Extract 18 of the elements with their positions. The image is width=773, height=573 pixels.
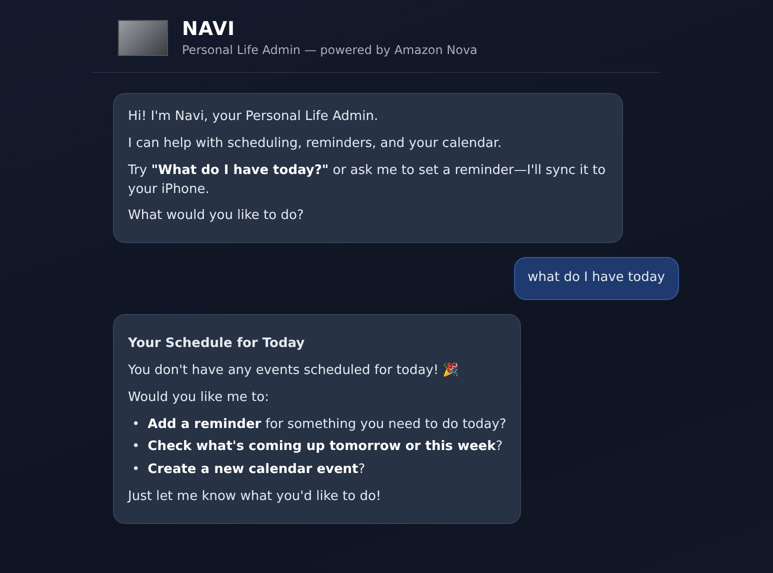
bullet: •	[132, 461, 140, 480]
list-item-text: Add a reminder for something you need to do today?	[148, 416, 506, 434]
message-text: Would you like me to:	[128, 388, 270, 407]
list-item-text: Create a new calendar event?	[148, 461, 366, 480]
list-item-text: Check what's coming up tomorrow or this week?	[148, 438, 503, 456]
message-heading: Your Schedule for Today	[128, 335, 306, 354]
message-text: What would you like to do?	[128, 207, 305, 226]
app-title: NAVI	[182, 18, 236, 40]
message-text: Hi! I'm Navi, your Personal Life Admin.	[128, 108, 380, 126]
message-text: Just let me know what you'd like to do!	[128, 488, 382, 506]
bullet: •	[132, 438, 140, 456]
app-subtitle: Personal Life Admin — powered by Amazon Nova	[182, 43, 478, 57]
message-text: I can help with scheduling, reminders, and your calendar.	[128, 134, 503, 153]
avatar-photo-placeholder	[118, 20, 168, 56]
message-text: You don't have any events scheduled for today! 🎉	[128, 362, 460, 380]
message-text: what do I have today	[528, 269, 665, 288]
bullet: •	[132, 416, 140, 434]
message-text: Try "What do I have today?" or ask me to set a reminder—I'll sync it to your iPhone.	[128, 162, 607, 199]
